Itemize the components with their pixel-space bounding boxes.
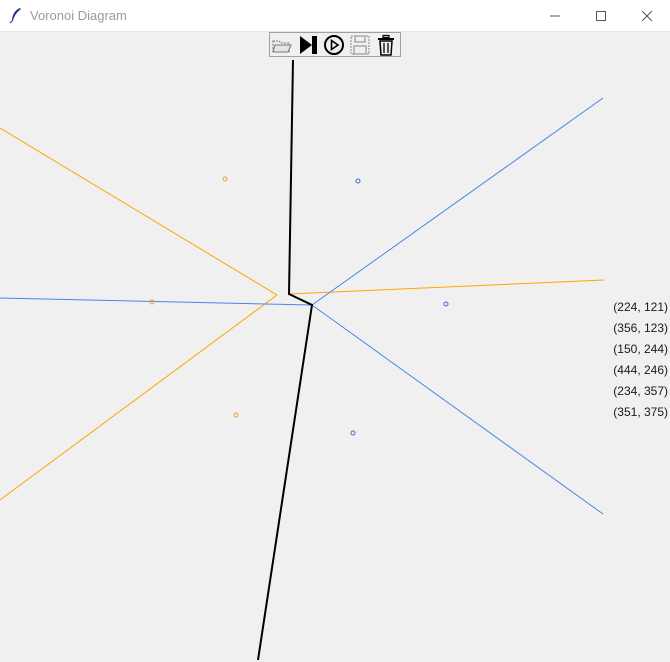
save-floppy-icon [350, 35, 370, 55]
coordinate-label: (234, 357) [613, 384, 668, 398]
close-button[interactable] [624, 0, 670, 31]
site-point[interactable] [443, 301, 449, 307]
site-point[interactable] [149, 299, 155, 305]
window-title: Voronoi Diagram [30, 8, 127, 23]
close-icon [641, 10, 653, 22]
title-bar[interactable]: Voronoi Diagram [0, 0, 670, 32]
play-button[interactable] [322, 34, 346, 56]
step-forward-icon [300, 36, 317, 54]
save-button[interactable] [348, 34, 372, 56]
bisector-line [0, 297, 313, 306]
toolbar [269, 32, 401, 57]
bisector-line [288, 279, 605, 295]
bisector-line [0, 294, 278, 501]
clear-button[interactable] [374, 34, 398, 56]
open-button[interactable] [270, 34, 294, 56]
site-point[interactable] [350, 430, 356, 436]
maximize-icon [596, 11, 606, 21]
coordinate-label: (444, 246) [613, 363, 668, 377]
voronoi-canvas[interactable] [0, 32, 670, 662]
coordinate-label: (351, 375) [613, 405, 668, 419]
voronoi-edge [257, 59, 314, 661]
feather-icon [9, 8, 21, 23]
play-circle-icon [324, 35, 344, 55]
minimize-button[interactable] [532, 0, 578, 31]
site-point[interactable] [222, 176, 228, 182]
bisector-line [311, 97, 604, 306]
open-folder-icon [272, 40, 292, 53]
coordinate-list: (224, 121) (356, 123) (150, 244) (444, 2… [598, 299, 668, 425]
maximize-button[interactable] [578, 0, 624, 31]
site-point[interactable] [233, 412, 239, 418]
site-point[interactable] [355, 178, 361, 184]
coordinate-label: (356, 123) [613, 321, 668, 335]
bisector-line [311, 304, 604, 515]
coordinate-label: (224, 121) [613, 300, 668, 314]
coordinate-label: (150, 244) [613, 342, 668, 356]
trash-icon [378, 34, 394, 56]
step-button[interactable] [296, 34, 320, 56]
minimize-icon [550, 15, 560, 17]
bisector-line [0, 127, 278, 296]
